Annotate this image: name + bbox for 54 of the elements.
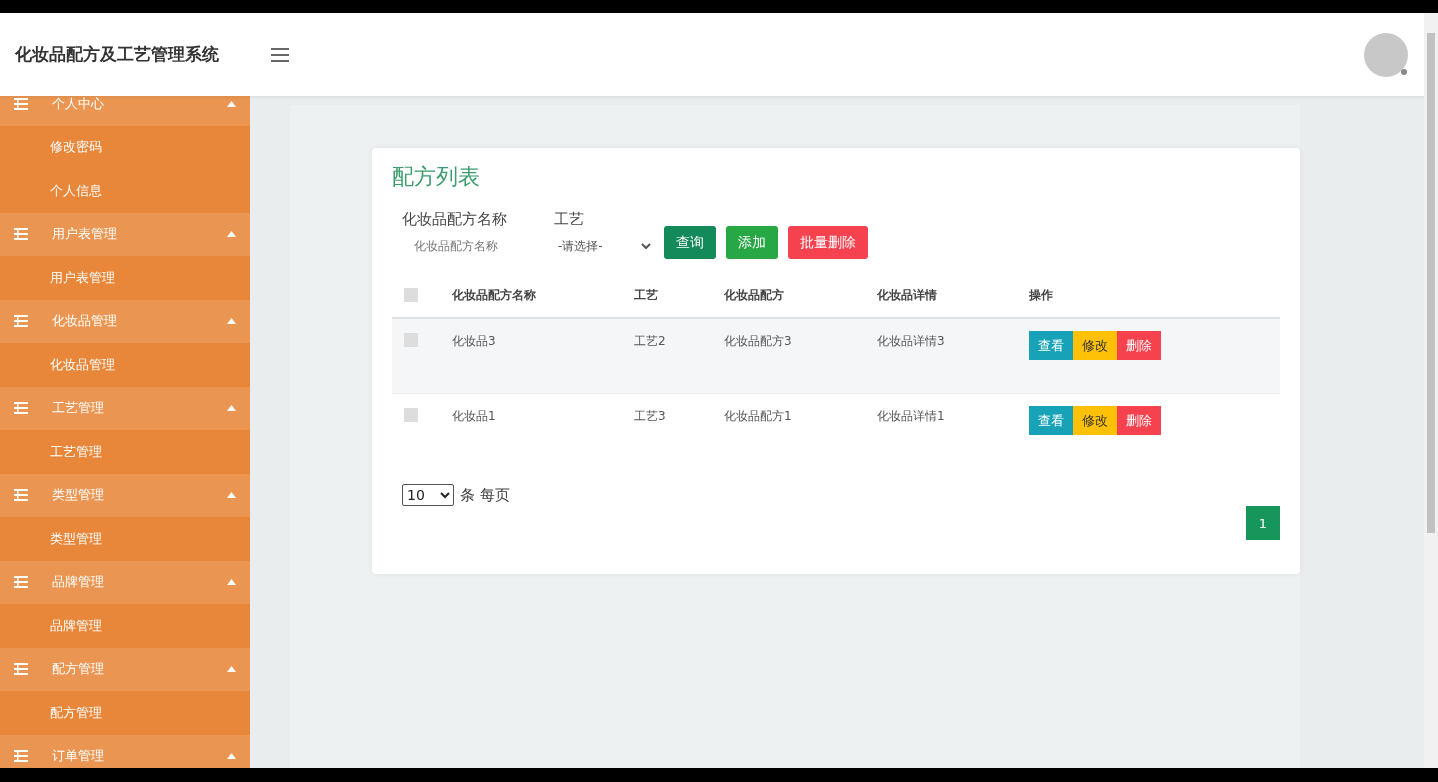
table-cell: 化妆品配方3 (712, 318, 865, 394)
sidebar-group[interactable]: 订单管理 (0, 734, 250, 768)
sidebar-group[interactable]: 工艺管理 (0, 386, 250, 430)
table-cell: 工艺2 (622, 318, 712, 394)
delete-button[interactable]: 删除 (1117, 406, 1161, 435)
list-icon (14, 576, 28, 589)
search-button[interactable]: 查询 (664, 226, 716, 259)
sidebar-group[interactable]: 用户表管理 (0, 212, 250, 256)
view-button[interactable]: 查看 (1029, 331, 1073, 360)
edit-button[interactable]: 修改 (1073, 331, 1117, 360)
avatar[interactable] (1364, 32, 1408, 77)
sidebar-group[interactable]: 品牌管理 (0, 560, 250, 604)
list-icon (14, 750, 28, 763)
table-cell: 化妆品配方1 (712, 393, 865, 468)
sidebar-item[interactable]: 用户表管理 (0, 256, 250, 300)
list-icon (14, 97, 28, 110)
select-all-checkbox[interactable] (404, 288, 418, 302)
delete-button[interactable]: 删除 (1117, 331, 1161, 360)
sidebar-item[interactable]: 配方管理 (0, 691, 250, 735)
sidebar-group[interactable]: 个人中心 (0, 96, 250, 126)
list-icon (14, 402, 28, 415)
page-size-label: 条 每页 (460, 485, 510, 505)
table-cell: 化妆品3 (440, 318, 622, 394)
sidebar-item[interactable]: 个人信息 (0, 169, 250, 213)
sidebar-item[interactable]: 化妆品管理 (0, 343, 250, 387)
list-icon (14, 663, 28, 676)
delete-button[interactable]: 批量删除 (788, 226, 868, 259)
app-title: 化妆品配方及工艺管理系统 (15, 43, 220, 66)
sidebar-group[interactable]: 化妆品管理 (0, 299, 250, 343)
card-title: 配方列表 (392, 163, 481, 191)
menu-icon[interactable] (271, 47, 289, 62)
sidebar-item[interactable]: 修改密码 (0, 125, 250, 169)
sidebar-item[interactable]: 品牌管理 (0, 604, 250, 648)
table-cell: 化妆品详情3 (865, 318, 1017, 394)
list-icon (14, 315, 28, 328)
add-button[interactable]: 添加 (726, 226, 778, 259)
sidebar-group[interactable]: 配方管理 (0, 647, 250, 691)
sidebar-item[interactable]: 工艺管理 (0, 430, 250, 474)
table-cell: 化妆品1 (440, 393, 622, 468)
row-checkbox[interactable] (404, 408, 418, 422)
scrollbar[interactable] (1424, 13, 1438, 768)
page-size-select[interactable]: 10 (402, 484, 454, 506)
page-button[interactable]: 1 (1246, 506, 1280, 540)
table-cell: 工艺3 (622, 393, 712, 468)
table-cell: 化妆品详情1 (865, 393, 1017, 468)
sidebar-group[interactable]: 类型管理 (0, 473, 250, 517)
view-button[interactable]: 查看 (1029, 406, 1073, 435)
row-checkbox[interactable] (404, 333, 418, 347)
list-icon (14, 228, 28, 241)
filter-label: 化妆品配方名称 (402, 210, 508, 229)
edit-button[interactable]: 修改 (1073, 406, 1117, 435)
filter-label: 工艺 (554, 210, 585, 229)
list-icon (14, 489, 28, 502)
sidebar-item[interactable]: 类型管理 (0, 517, 250, 561)
